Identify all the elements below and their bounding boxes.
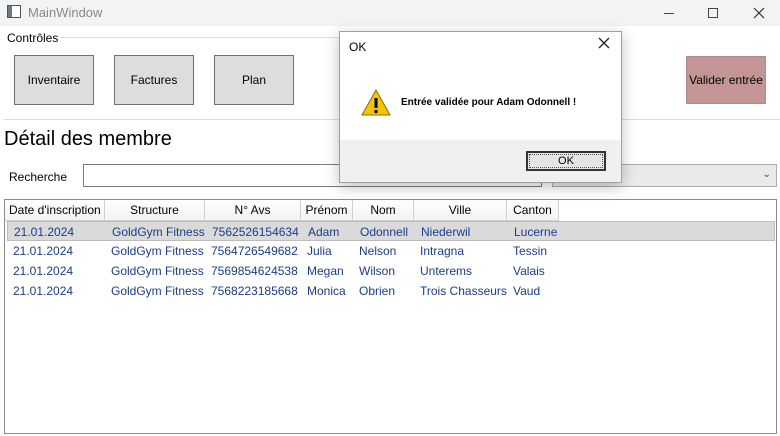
column-header-canton[interactable]: Canton: [507, 200, 559, 221]
plan-button[interactable]: Plan: [214, 55, 294, 105]
page-title: Détail des membre: [4, 128, 172, 150]
cell-canton: Tessin: [513, 244, 548, 258]
close-icon: [753, 7, 765, 19]
controls-group-label: Contrôles: [7, 31, 62, 45]
members-datagrid[interactable]: Date d'inscription Structure N° Avs Prén…: [4, 199, 777, 434]
cell-lastname: Obrien: [359, 284, 396, 298]
cell-canton: Vaud: [513, 284, 541, 298]
cell-structure: GoldGym Fitness: [111, 244, 204, 258]
cell-structure: GoldGym Fitness: [112, 225, 205, 239]
cell-lastname: Wilson: [359, 264, 396, 278]
cell-structure: GoldGym Fitness: [111, 264, 204, 278]
close-icon: [598, 37, 610, 49]
cell-avs: 7568223185668: [211, 284, 298, 298]
cell-avs: 7569854624538: [211, 264, 298, 278]
cell-city: Niederwil: [421, 225, 471, 239]
cell-canton: Valais: [513, 264, 545, 278]
cell-canton: Lucerne: [514, 225, 558, 239]
dialog-footer: OK: [340, 140, 621, 182]
cell-firstname: Megan: [307, 264, 344, 278]
cell-lastname: Nelson: [359, 244, 397, 258]
table-row[interactable]: 21.01.2024 GoldGym Fitness 7564726549682…: [7, 241, 775, 261]
cell-avs: 7564726549682: [211, 244, 298, 258]
ok-button[interactable]: OK: [526, 151, 606, 171]
cell-city: Intragna: [420, 244, 465, 258]
grid-header: Date d'inscription Structure N° Avs Prén…: [5, 200, 559, 221]
search-label: Recherche: [9, 170, 68, 184]
groupbox-border: [60, 37, 340, 38]
cell-city: Unterems: [420, 264, 473, 278]
warning-icon: [361, 89, 391, 116]
window-title: MainWindow: [28, 5, 103, 20]
cell-date: 21.01.2024: [14, 225, 75, 239]
table-row[interactable]: 21.01.2024 GoldGym Fitness 7562526154634…: [7, 221, 775, 241]
cell-firstname: Adam: [308, 225, 340, 239]
chevron-down-icon: ⌄: [762, 169, 771, 180]
minimize-button[interactable]: [646, 0, 692, 26]
cell-avs: 7562526154634: [212, 225, 299, 239]
minimize-icon: [664, 12, 674, 14]
app-window-icon: [7, 5, 21, 18]
cell-date: 21.01.2024: [13, 264, 74, 278]
dialog-close-button[interactable]: [598, 36, 610, 54]
column-header-avs[interactable]: N° Avs: [205, 200, 301, 221]
validate-entry-button[interactable]: Valider entrée: [686, 56, 766, 104]
column-header-city[interactable]: Ville: [414, 200, 507, 221]
dialog-title: OK: [349, 40, 367, 54]
close-window-button[interactable]: [736, 0, 780, 26]
cell-city: Trois Chasseurs: [420, 284, 507, 298]
cell-firstname: Monica: [307, 284, 346, 298]
cell-date: 21.01.2024: [13, 244, 74, 258]
cell-structure: GoldGym Fitness: [111, 284, 204, 298]
inventory-button[interactable]: Inventaire: [14, 55, 94, 105]
column-header-firstname[interactable]: Prénom: [301, 200, 353, 221]
message-dialog: OK Entrée validée pour Adam Odonnell ! O…: [339, 31, 622, 183]
cell-lastname: Odonnell: [360, 225, 409, 239]
table-row[interactable]: 21.01.2024 GoldGym Fitness 7568223185668…: [7, 281, 775, 301]
column-header-structure[interactable]: Structure: [105, 200, 205, 221]
dialog-message: Entrée validée pour Adam Odonnell !: [401, 97, 577, 108]
cell-date: 21.01.2024: [13, 284, 74, 298]
maximize-icon: [708, 8, 718, 18]
cell-firstname: Julia: [307, 244, 332, 258]
column-header-date[interactable]: Date d'inscription: [5, 200, 105, 221]
table-row[interactable]: 21.01.2024 GoldGym Fitness 7569854624538…: [7, 261, 775, 281]
invoices-button[interactable]: Factures: [114, 55, 194, 105]
maximize-button[interactable]: [690, 0, 736, 26]
column-header-lastname[interactable]: Nom: [353, 200, 414, 221]
title-bar: MainWindow: [0, 0, 780, 26]
